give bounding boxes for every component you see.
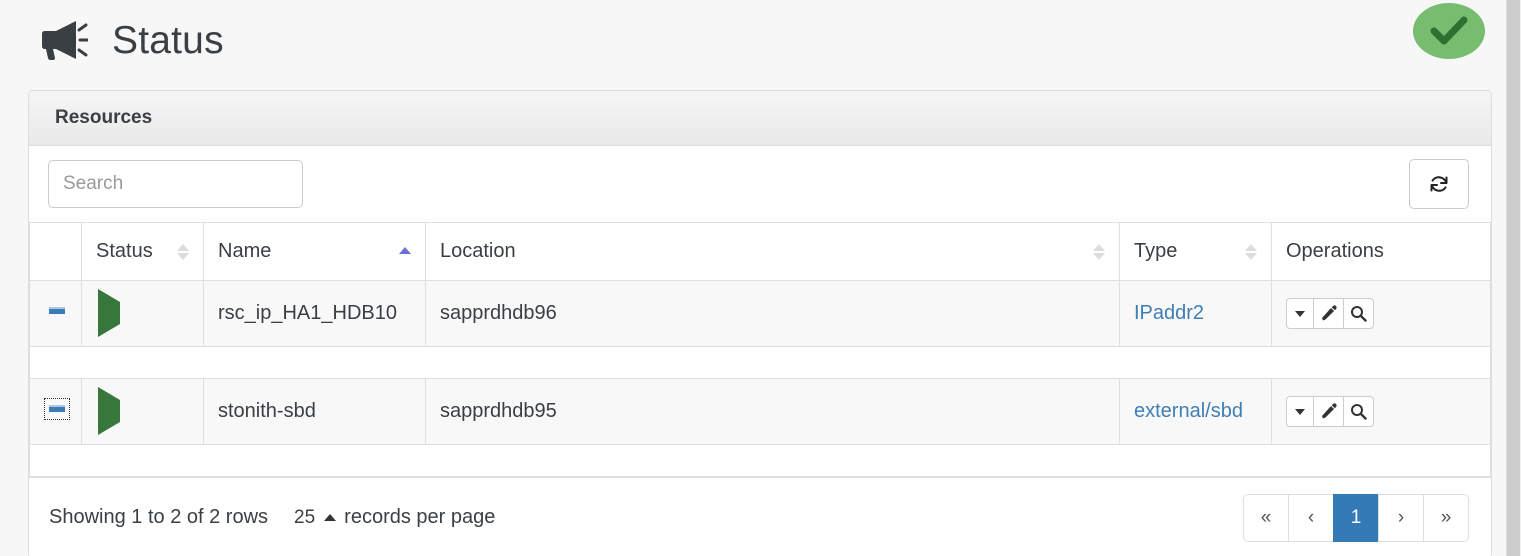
operations-dropdown-button[interactable] [1286,396,1314,427]
page-title: Status [112,18,224,62]
records-per-page-label: records per page [344,506,496,528]
refresh-button[interactable] [1409,159,1469,209]
table-row: stonith-sbd sapprdhdb95 external/sbd [29,378,1491,445]
pagination-last[interactable]: » [1423,493,1469,542]
pagination-next[interactable]: › [1378,493,1424,542]
column-label-location: Location [440,240,516,262]
row-expand-toggle[interactable] [44,300,70,322]
caret-up-icon [324,514,337,521]
page-size-dropdown[interactable]: 25 [294,506,337,529]
magnifier-icon [1351,404,1367,420]
page-size-value: 25 [294,506,316,528]
column-label-name: Name [218,240,272,262]
running-icon [98,289,120,337]
resources-table: Status Name Location Type Operations rsc… [29,222,1491,477]
details-button[interactable] [1343,298,1374,329]
cell-operations [1271,280,1491,347]
sort-icon-location[interactable] [1093,243,1105,260]
resources-panel: Resources Status [28,90,1492,556]
column-label-type: Type [1134,240,1178,262]
edit-button[interactable] [1313,298,1344,329]
sort-icon-type[interactable] [1245,243,1257,260]
table-footer: Showing 1 to 2 of 2 rows 25 records per … [29,477,1491,556]
column-header-expand [29,222,82,281]
details-button[interactable] [1343,396,1374,427]
cell-name: rsc_ip_HA1_HDB10 [203,280,426,347]
column-header-location[interactable]: Location [425,222,1120,281]
row-detail-content [29,444,1491,477]
cell-status [81,280,204,347]
cell-location: sapprdhdb95 [425,378,1120,445]
panel-heading: Resources [29,91,1491,146]
table-toolbar [29,146,1491,222]
table-head: Status Name Location Type Operations [29,222,1491,281]
refresh-icon [1430,176,1448,192]
resource-type-link[interactable]: IPaddr2 [1134,302,1204,324]
status-badge [1413,3,1485,59]
sort-icon-name[interactable] [399,247,411,256]
bullhorn-icon [30,17,90,63]
column-header-name[interactable]: Name [203,222,426,281]
operations-dropdown-button[interactable] [1286,298,1314,329]
table-body: rsc_ip_HA1_HDB10 sapprdhdb96 IPaddr2 sto… [29,280,1491,477]
minus-icon [49,404,65,412]
sort-icon-status[interactable] [177,243,189,260]
operations-button-group [1286,298,1374,329]
pencil-icon [1322,305,1337,321]
table-header-row: Status Name Location Type Operations [29,222,1491,281]
showing-rows-text: Showing 1 to 2 of 2 rows [49,506,269,528]
edit-button[interactable] [1313,396,1344,427]
cell-name: stonith-sbd [203,378,426,445]
column-header-type[interactable]: Type [1119,222,1272,281]
pagination-first[interactable]: « [1243,493,1289,542]
status-page: Status Resources Search Status Name Loca… [0,0,1521,556]
table-row: rsc_ip_HA1_HDB10 sapprdhdb96 IPaddr2 [29,280,1491,347]
pagination-page-1[interactable]: 1 [1333,493,1379,542]
row-detail-content [29,346,1491,379]
pencil-icon [1322,403,1337,419]
cell-type: IPaddr2 [1119,280,1272,347]
column-label-operations: Operations [1286,240,1384,262]
magnifier-icon [1351,306,1367,322]
column-header-operations: Operations [1271,222,1491,281]
caret-down-icon [1295,408,1305,415]
column-label-status: Status [96,240,153,262]
resource-type-link[interactable]: external/sbd [1134,400,1243,422]
row-expander-cell [29,378,82,445]
cell-location: sapprdhdb96 [425,280,1120,347]
minus-icon [49,306,65,314]
operations-button-group [1286,396,1374,427]
row-detail-spacer [29,346,1491,379]
panel-title: Resources [55,107,153,128]
running-icon [98,387,120,435]
cell-type: external/sbd [1119,378,1272,445]
row-expand-toggle[interactable] [44,397,70,420]
row-detail-spacer [29,444,1491,477]
row-expander-cell [29,280,82,347]
scrollbar-thumb[interactable] [1507,0,1520,556]
cell-operations [1271,378,1491,445]
pagination: « ‹ 1 › » [1243,493,1469,542]
check-icon [1430,16,1468,45]
page-header: Status [0,0,1521,78]
pagination-info: Showing 1 to 2 of 2 rows 25 records per … [49,506,495,529]
caret-down-icon [1295,310,1305,317]
column-header-status[interactable]: Status [81,222,204,281]
search-input[interactable] [48,160,303,208]
cell-status [81,378,204,445]
page-scrollbar[interactable] [1506,0,1521,556]
pagination-prev[interactable]: ‹ [1288,493,1334,542]
